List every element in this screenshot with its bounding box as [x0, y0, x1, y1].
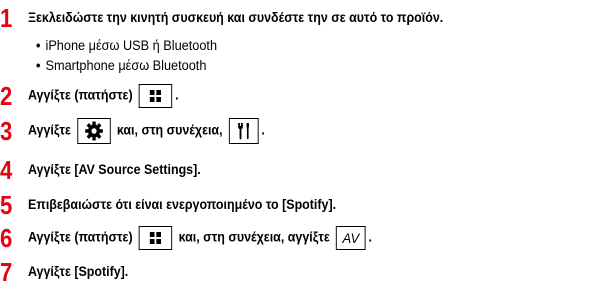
step-text: Επιβεβαιώστε ότι είναι ενεργοποιημένο το… — [28, 197, 337, 213]
step-6: 6 Αγγίξτε (πατήστε) και, στη συνέχεια, α… — [0, 224, 398, 252]
step-4: 4 Αγγίξτε [AV Source Settings]. — [0, 157, 214, 183]
step-text: Αγγίξτε — [28, 122, 71, 138]
av-source-icon: AV — [336, 226, 366, 250]
step-5: 5 Επιβεβαιώστε ότι είναι ενεργοποιημένο … — [0, 192, 359, 218]
step-text: Ξεκλειδώστε την κινητή συσκευή και συνδέ… — [28, 10, 444, 26]
grid-menu-icon-glyph — [150, 232, 162, 244]
step-number: 1 — [0, 3, 13, 33]
step-text-middle: και, στη συνέχεια, — [116, 122, 223, 138]
step-text: Αγγίξτε [AV Source Settings]. — [28, 162, 201, 178]
step-text-suffix: . — [261, 122, 265, 138]
step-text-middle: και, στη συνέχεια, αγγίξτε — [178, 229, 330, 245]
bullet-text: Smartphone μέσω Bluetooth — [45, 58, 207, 73]
bullet-marker: • — [36, 38, 41, 53]
tools-icon — [228, 118, 259, 144]
av-label: AV — [342, 230, 360, 246]
step-number: 2 — [0, 81, 13, 111]
grid-menu-icon-glyph — [150, 90, 162, 102]
step-2: 2 Αγγίξτε (πατήστε) . — [0, 82, 190, 110]
gear-icon-glyph — [85, 121, 103, 141]
gear-icon — [77, 118, 111, 144]
bullet-marker: • — [36, 58, 41, 73]
step-number: 7 — [0, 257, 13, 287]
bullet-item: • Smartphone μέσω Bluetooth — [36, 58, 207, 73]
bullet-text: iPhone μέσω USB ή Bluetooth — [45, 38, 218, 53]
grid-menu-icon — [138, 84, 173, 108]
step-line: Αγγίξτε και, στη συνέχεια, . — [28, 118, 265, 144]
step-line: Αγγίξτε (πατήστε) . — [28, 84, 179, 108]
step-7: 7 Αγγίξτε [Spotify]. — [0, 259, 136, 285]
bullet-item: • iPhone μέσω USB ή Bluetooth — [36, 38, 218, 53]
grid-menu-icon — [138, 226, 173, 250]
step-text: Αγγίξτε [Spotify]. — [28, 264, 129, 280]
step-text-suffix: . — [368, 229, 373, 245]
step-text-suffix: . — [175, 87, 179, 103]
step-3: 3 Αγγίξτε και, στη συνέχεια, . — [0, 116, 283, 146]
step-number: 6 — [0, 223, 13, 253]
step-1: 1 Ξεκλειδώστε την κινητή συσκευή και συν… — [0, 5, 474, 31]
step-text: Αγγίξτε (πατήστε) — [28, 87, 133, 103]
step-number: 3 — [0, 116, 13, 146]
step-text: Αγγίξτε (πατήστε) — [28, 229, 133, 245]
step-number: 5 — [0, 190, 13, 220]
tools-icon-glyph — [238, 123, 249, 140]
step-line: Αγγίξτε (πατήστε) και, στη συνέχεια, αγγ… — [28, 226, 372, 250]
step-number: 4 — [0, 155, 13, 185]
